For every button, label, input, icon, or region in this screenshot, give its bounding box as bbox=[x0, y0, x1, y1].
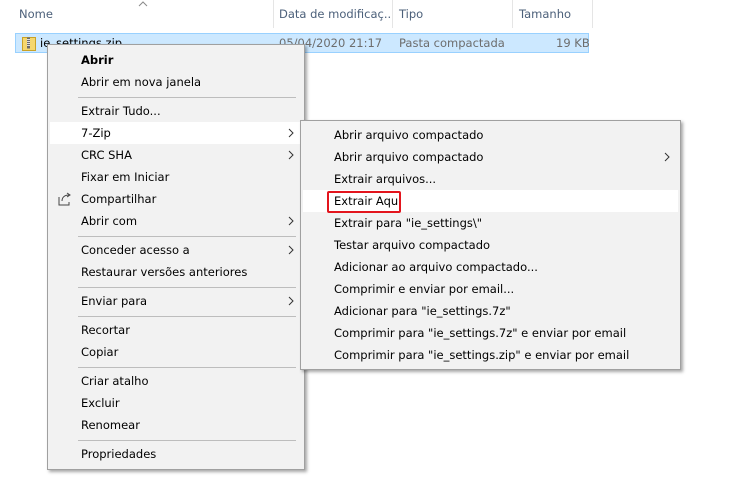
menu-item-label: Abrir bbox=[81, 53, 114, 67]
menu-item-label: Propriedades bbox=[81, 447, 157, 461]
chevron-right-icon bbox=[288, 150, 294, 160]
menu-item-label: Copiar bbox=[81, 345, 119, 359]
menu-item-label: Renomear bbox=[81, 418, 140, 432]
menu-item-label: 7-Zip bbox=[81, 126, 111, 140]
menu-item-label: Conceder acesso a bbox=[81, 243, 190, 257]
submenu-item-extract-to-folder[interactable]: Extrair para "ie_settings\" bbox=[303, 212, 678, 234]
submenu-item-open-archive[interactable]: Abrir arquivo compactado bbox=[303, 124, 678, 146]
menu-item-open-with[interactable]: Abrir com bbox=[50, 210, 302, 232]
menu-item-label: Compartilhar bbox=[81, 192, 157, 206]
submenu-item-add-to-archive[interactable]: Adicionar ao arquivo compactado... bbox=[303, 256, 678, 278]
menu-item-label: Abrir com bbox=[81, 214, 138, 228]
submenu-7zip: Abrir arquivo compactado Abrir arquivo c… bbox=[300, 120, 681, 370]
submenu-item-extract-files[interactable]: Extrair arquivos... bbox=[303, 168, 678, 190]
menu-separator bbox=[78, 287, 296, 288]
menu-item-send-to[interactable]: Enviar para bbox=[50, 290, 302, 312]
submenu-item-add-7z[interactable]: Adicionar para "ie_settings.7z" bbox=[303, 300, 678, 322]
menu-item-pin-start[interactable]: Fixar em Iniciar bbox=[50, 166, 302, 188]
column-name-header[interactable]: Nome bbox=[13, 0, 273, 28]
column-type-header[interactable]: Tipo bbox=[393, 0, 512, 28]
chevron-right-icon bbox=[664, 152, 670, 162]
menu-item-label: Criar atalho bbox=[81, 374, 149, 388]
menu-item-share[interactable]: Compartilhar bbox=[50, 188, 302, 210]
menu-item-label: CRC SHA bbox=[81, 148, 132, 162]
submenu-item-compress-zip-email[interactable]: Comprimir para "ie_settings.zip" e envia… bbox=[303, 344, 678, 366]
share-icon bbox=[58, 192, 71, 206]
menu-item-grant-access[interactable]: Conceder acesso a bbox=[50, 239, 302, 261]
highlight-annotation bbox=[327, 191, 401, 213]
column-size-header[interactable]: Tamanho bbox=[513, 0, 593, 28]
column-modified-header[interactable]: Data de modificaç... bbox=[273, 0, 392, 28]
chevron-right-icon bbox=[288, 245, 294, 255]
menu-item-delete[interactable]: Excluir bbox=[50, 392, 302, 414]
menu-item-properties[interactable]: Propriedades bbox=[50, 443, 302, 465]
submenu-item-test-archive[interactable]: Testar arquivo compactado bbox=[303, 234, 678, 256]
menu-item-crc-sha[interactable]: CRC SHA bbox=[50, 144, 302, 166]
menu-item-label: Excluir bbox=[81, 396, 120, 410]
menu-item-create-shortcut[interactable]: Criar atalho bbox=[50, 370, 302, 392]
menu-item-label: Extrair arquivos... bbox=[334, 172, 437, 186]
menu-separator bbox=[78, 236, 296, 237]
menu-item-label: Comprimir para "ie_settings.zip" e envia… bbox=[334, 348, 630, 362]
context-menu: Abrir Abrir em nova janela Extrair Tudo.… bbox=[47, 44, 305, 470]
file-type: Pasta compactada bbox=[399, 36, 505, 50]
column-header-bar: Nome Data de modificaç... Tipo Tamanho bbox=[0, 0, 738, 28]
chevron-right-icon bbox=[288, 216, 294, 226]
menu-item-rename[interactable]: Renomear bbox=[50, 414, 302, 436]
menu-item-label: Abrir arquivo compactado bbox=[334, 128, 484, 142]
menu-separator bbox=[78, 367, 296, 368]
zip-folder-icon bbox=[22, 37, 36, 51]
menu-item-label: Adicionar para "ie_settings.7z" bbox=[334, 304, 511, 318]
menu-item-label: Restaurar versões anteriores bbox=[81, 265, 248, 279]
menu-item-label: Fixar em Iniciar bbox=[81, 170, 170, 184]
menu-item-cut[interactable]: Recortar bbox=[50, 319, 302, 341]
submenu-item-compress-7z-email[interactable]: Comprimir para "ie_settings.7z" e enviar… bbox=[303, 322, 678, 344]
submenu-item-compress-email[interactable]: Comprimir e enviar por email... bbox=[303, 278, 678, 300]
column-divider[interactable] bbox=[592, 0, 593, 28]
menu-item-label: Abrir em nova janela bbox=[81, 75, 202, 89]
menu-item-7zip[interactable]: 7-Zip bbox=[50, 122, 302, 144]
menu-item-open[interactable]: Abrir bbox=[50, 49, 302, 71]
menu-item-label: Extrair para "ie_settings\" bbox=[334, 216, 483, 230]
menu-item-extract-all[interactable]: Extrair Tudo... bbox=[50, 100, 302, 122]
chevron-right-icon bbox=[288, 296, 294, 306]
menu-item-label: Adicionar ao arquivo compactado... bbox=[334, 260, 538, 274]
menu-item-label: Recortar bbox=[81, 323, 130, 337]
menu-separator bbox=[78, 440, 296, 441]
menu-item-label: Enviar para bbox=[81, 294, 148, 308]
menu-item-open-new-window[interactable]: Abrir em nova janela bbox=[50, 71, 302, 93]
menu-item-label: Extrair Tudo... bbox=[81, 104, 161, 118]
menu-item-label: Comprimir e enviar por email... bbox=[334, 282, 515, 296]
menu-separator bbox=[78, 316, 296, 317]
menu-item-label: Testar arquivo compactado bbox=[334, 238, 491, 252]
menu-item-copy[interactable]: Copiar bbox=[50, 341, 302, 363]
menu-item-label: Comprimir para "ie_settings.7z" e enviar… bbox=[334, 326, 627, 340]
menu-item-label: Abrir arquivo compactado bbox=[334, 150, 484, 164]
menu-item-restore-versions[interactable]: Restaurar versões anteriores bbox=[50, 261, 302, 283]
submenu-item-open-archive-more[interactable]: Abrir arquivo compactado bbox=[303, 146, 678, 168]
file-size: 19 KB bbox=[556, 36, 590, 50]
menu-separator bbox=[78, 97, 296, 98]
chevron-right-icon bbox=[288, 128, 294, 138]
